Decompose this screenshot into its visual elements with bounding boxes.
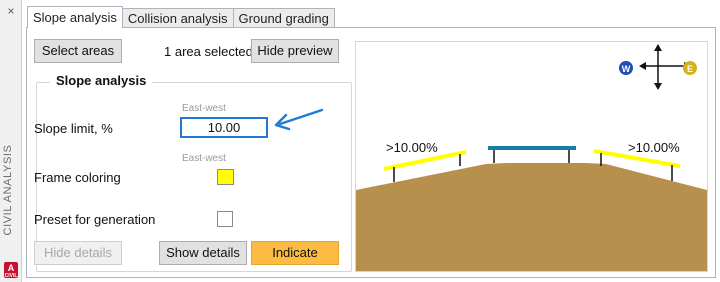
frame-color-swatch[interactable] bbox=[217, 169, 234, 185]
hide-details-button: Hide details bbox=[34, 241, 122, 265]
indicate-button[interactable]: Indicate bbox=[251, 241, 339, 265]
compass-icon: W E bbox=[619, 44, 697, 90]
preview-panel: >10.00% >10.00% W E bbox=[355, 41, 708, 272]
show-details-button[interactable]: Show details bbox=[159, 241, 247, 265]
tab-collision-analysis[interactable]: Collision analysis bbox=[121, 8, 234, 28]
left-slope-label: >10.00% bbox=[386, 140, 438, 155]
compass-east-label: E bbox=[687, 64, 693, 74]
preset-checkbox[interactable] bbox=[217, 211, 233, 227]
frame-coloring-label: Frame coloring bbox=[34, 170, 121, 185]
logo-letter: A bbox=[7, 263, 15, 273]
preview-canvas: >10.00% >10.00% W E bbox=[356, 44, 707, 271]
compass-west-label: W bbox=[622, 64, 631, 74]
hide-preview-button[interactable]: Hide preview bbox=[251, 39, 339, 63]
preset-label: Preset for generation bbox=[34, 212, 156, 227]
pointer-arrow-icon bbox=[274, 108, 324, 131]
group-title: Slope analysis bbox=[50, 73, 153, 88]
tab-ground-grading[interactable]: Ground grading bbox=[232, 8, 335, 28]
slope-limit-input[interactable] bbox=[180, 117, 268, 138]
selection-status: 1 area selected bbox=[164, 44, 253, 59]
tab-slope-analysis[interactable]: Slope analysis bbox=[27, 6, 123, 28]
ground-profile bbox=[356, 163, 707, 271]
side-panel: × CIVIL ANALYSIS A CIVIL bbox=[0, 0, 22, 282]
logo-sub: CIVIL bbox=[4, 273, 18, 279]
close-icon[interactable]: × bbox=[5, 5, 17, 17]
frame-coloring-hint: East-west bbox=[182, 153, 226, 164]
slope-limit-label: Slope limit, % bbox=[34, 121, 113, 136]
select-areas-button[interactable]: Select areas bbox=[34, 39, 122, 63]
app-logo-icon: A CIVIL bbox=[4, 262, 18, 279]
panel-title: CIVIL ANALYSIS bbox=[2, 144, 14, 236]
right-slope-label: >10.00% bbox=[628, 140, 680, 155]
slope-limit-hint: East-west bbox=[182, 103, 226, 114]
tab-bar: Slope analysis Collision analysis Ground… bbox=[27, 6, 335, 28]
